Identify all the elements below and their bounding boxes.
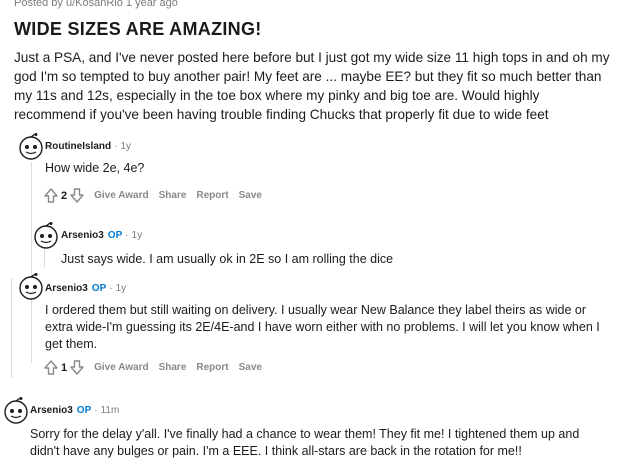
comment-text: Just says wide. I am usually ok in 2E so… bbox=[61, 252, 394, 266]
avatar-icon[interactable] bbox=[2, 397, 30, 425]
post-body: Just a PSA, and I've never posted here b… bbox=[14, 50, 610, 122]
comment-text: I ordered them but still waiting on deli… bbox=[45, 303, 600, 351]
op-badge: OP bbox=[107, 230, 123, 241]
avatar-icon[interactable] bbox=[32, 222, 60, 250]
comment-header: Arsenio3 OP · 11m bbox=[30, 405, 119, 416]
downvote-icon[interactable] bbox=[70, 360, 84, 375]
comment-author[interactable]: RoutineIsland bbox=[45, 141, 111, 152]
report-button[interactable]: Report bbox=[196, 190, 228, 201]
comment-time[interactable]: 1y bbox=[132, 230, 143, 241]
give-award-button[interactable]: Give Award bbox=[94, 190, 148, 201]
thread-line[interactable] bbox=[31, 162, 32, 363]
give-award-button[interactable]: Give Award bbox=[94, 362, 148, 373]
save-button[interactable]: Save bbox=[239, 362, 262, 373]
downvote-icon[interactable] bbox=[70, 188, 84, 203]
thread-line[interactable] bbox=[11, 278, 12, 378]
comment-actions: 2 Give Award Share Report Save bbox=[44, 188, 262, 203]
share-button[interactable]: Share bbox=[159, 362, 187, 373]
comment-time[interactable]: 1y bbox=[120, 141, 131, 152]
comment-text: Sorry for the delay y'all. I've finally … bbox=[30, 427, 580, 458]
comment-header: Arsenio3 OP · 1y bbox=[61, 230, 142, 241]
separator: · bbox=[125, 230, 129, 241]
comment-header: RoutineIsland · 1y bbox=[45, 141, 131, 152]
vote-score: 2 bbox=[61, 189, 68, 202]
op-badge: OP bbox=[76, 405, 92, 416]
separator: · bbox=[109, 283, 113, 294]
separator: · bbox=[94, 405, 98, 416]
avatar-icon[interactable] bbox=[17, 133, 45, 161]
comment-header: Arsenio3 OP · 1y bbox=[45, 283, 126, 294]
thread-line[interactable] bbox=[44, 250, 45, 268]
comment-author[interactable]: Arsenio3 bbox=[45, 283, 88, 294]
vote-score: 1 bbox=[61, 361, 68, 374]
save-button[interactable]: Save bbox=[239, 190, 262, 201]
op-badge: OP bbox=[91, 283, 107, 294]
comment-author[interactable]: Arsenio3 bbox=[61, 230, 104, 241]
share-button[interactable]: Share bbox=[159, 190, 187, 201]
upvote-icon[interactable] bbox=[44, 360, 58, 375]
comment-actions: 1 Give Award Share Report Save bbox=[44, 360, 262, 375]
post-meta: Posted by u/KosanRio 1 year ago bbox=[14, 0, 178, 9]
comment-time[interactable]: 11m bbox=[101, 405, 120, 416]
comment-text: How wide 2e, 4e? bbox=[45, 161, 145, 175]
comment-time[interactable]: 1y bbox=[116, 283, 127, 294]
upvote-icon[interactable] bbox=[44, 188, 58, 203]
avatar-icon[interactable] bbox=[17, 273, 45, 301]
post-title: WIDE SIZES ARE AMAZING! bbox=[14, 19, 262, 39]
separator: · bbox=[114, 141, 118, 152]
report-button[interactable]: Report bbox=[196, 362, 228, 373]
comment-author[interactable]: Arsenio3 bbox=[30, 405, 73, 416]
